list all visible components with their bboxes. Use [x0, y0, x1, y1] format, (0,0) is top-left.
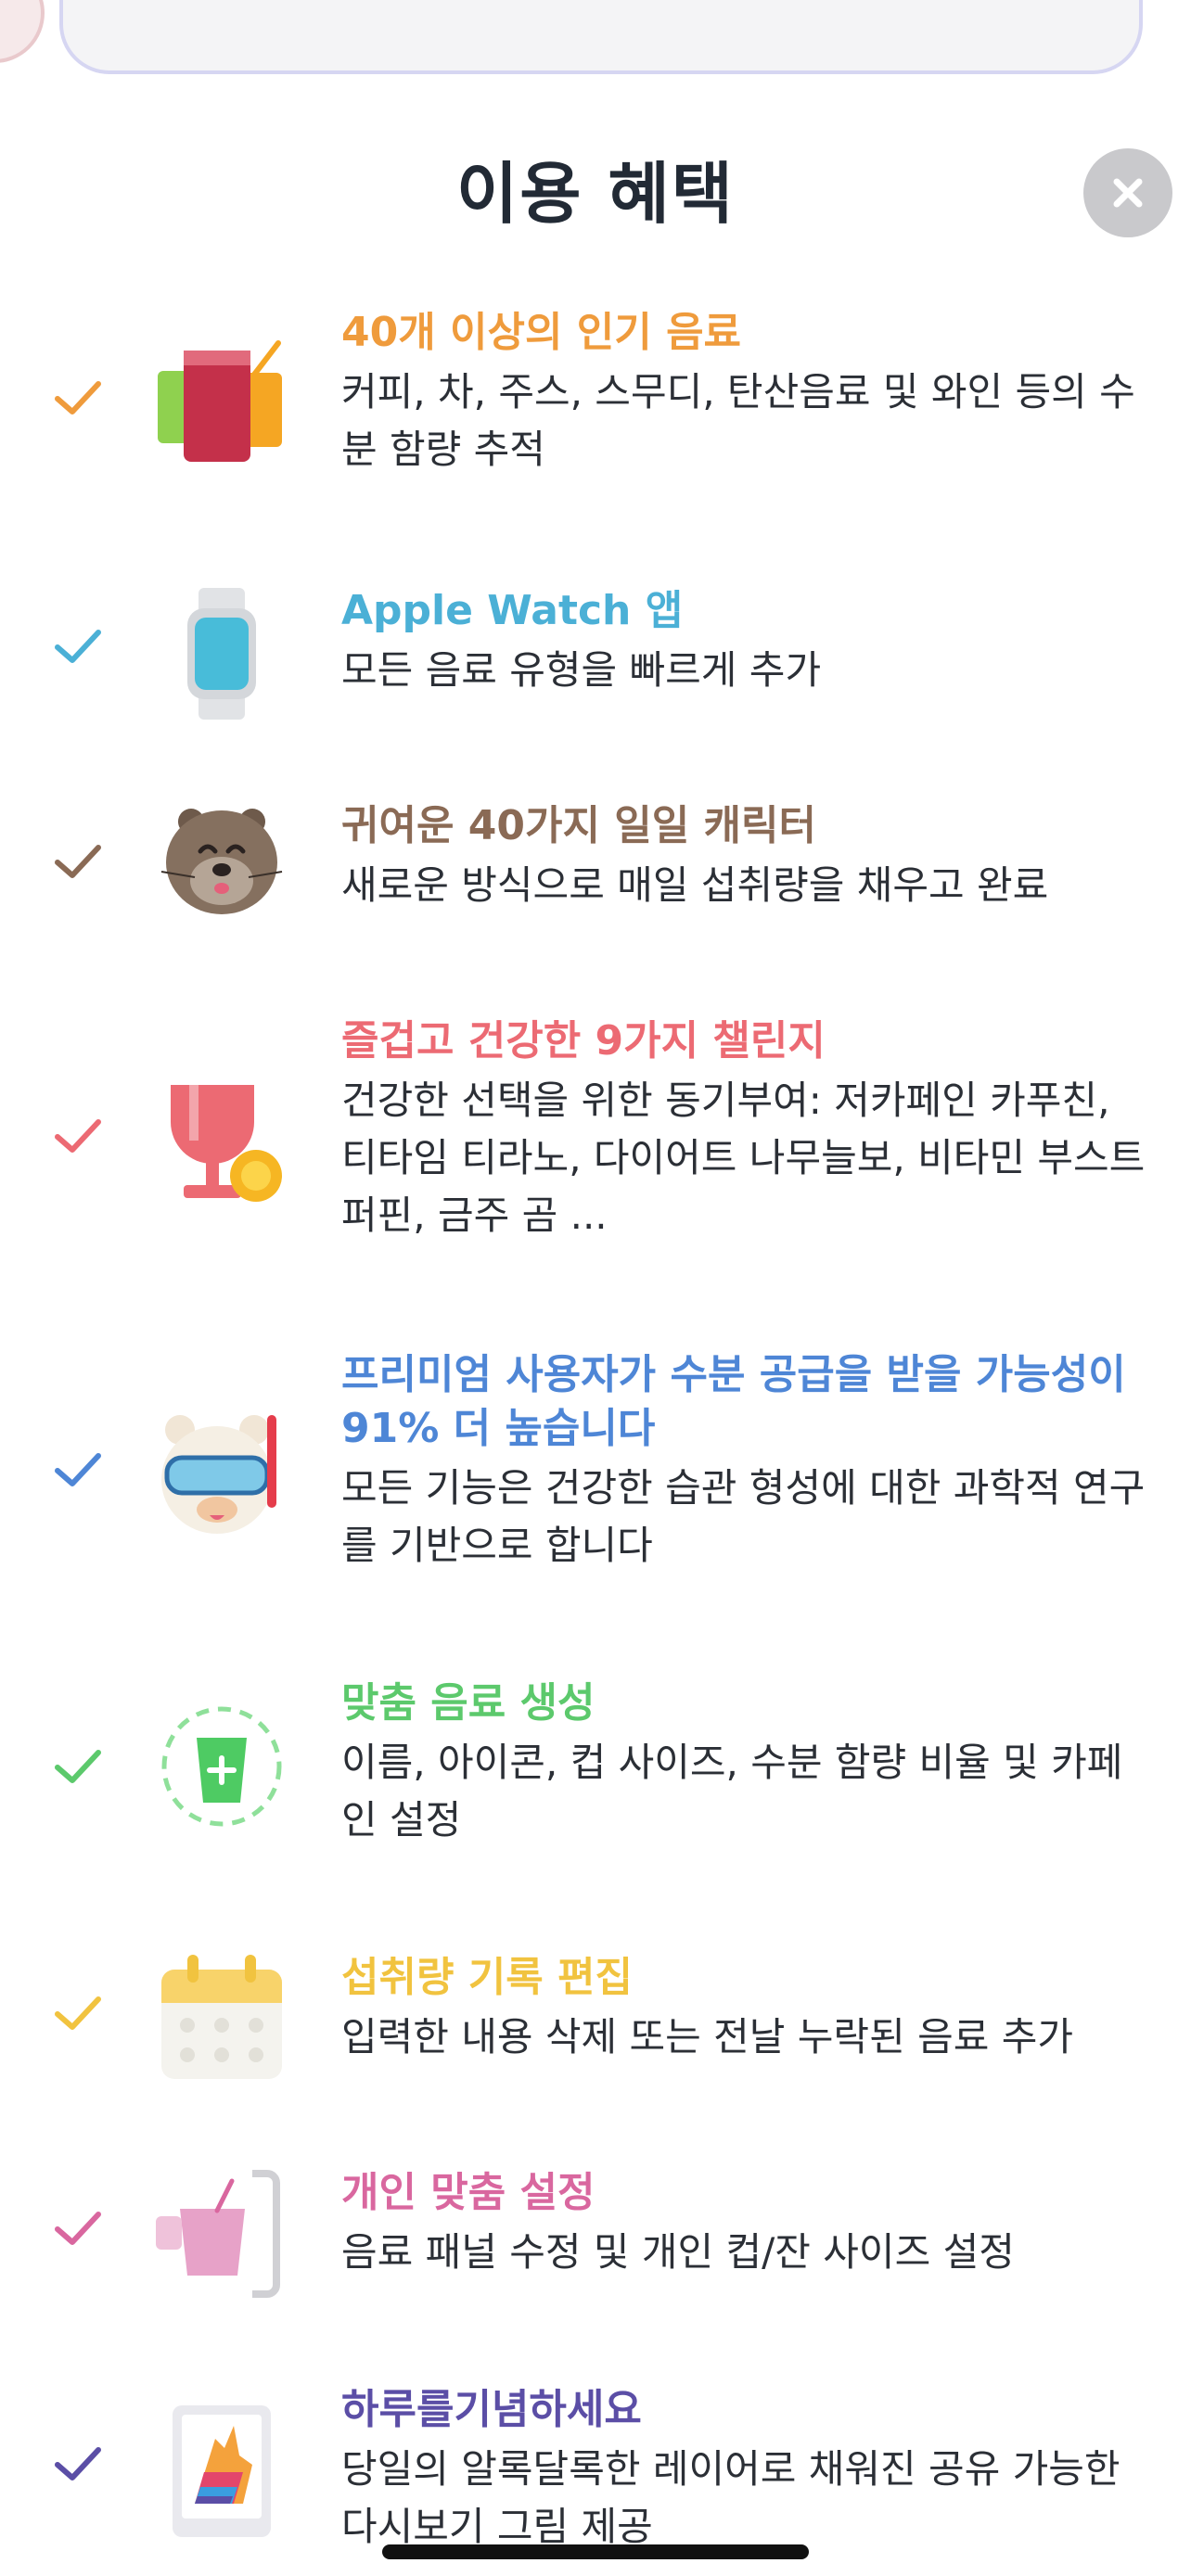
- benefit-description: 새로운 방식으로 매일 섭취량을 채우고 완료: [341, 862, 1049, 908]
- benefit-description: 당일의 알록달록한 레이어로 채워진 공유 가능한 다시보기 그림 제공: [341, 2446, 1121, 2549]
- benefit-description: 모든 기능은 건강한 습관 형성에 대한 과학적 연구를 기반으로 합니다: [341, 1465, 1146, 1568]
- benefit-description: 입력한 내용 삭제 또는 전날 누락된 음료 추가: [341, 2014, 1073, 2060]
- check-icon: [55, 381, 101, 414]
- benefit-description: 모든 음료 유형을 빠르게 추가: [341, 647, 822, 693]
- benefit-title: 하루를기념하세요: [341, 2386, 642, 2433]
- close-icon: [1113, 178, 1143, 208]
- page-title: 이용 혜택: [455, 155, 736, 233]
- llama-snorkel-icon: [161, 1415, 276, 1534]
- apple-watch-icon: [187, 588, 256, 720]
- home-indicator[interactable]: [382, 2544, 809, 2559]
- avatar: [0, 0, 45, 63]
- colorful-llama-card-icon: [173, 2405, 271, 2537]
- cup-panel-icon: [156, 2170, 280, 2298]
- check-icon: [55, 1750, 101, 1783]
- benefit-description: 음료 패널 수정 및 개인 컵/잔 사이즈 설정: [341, 2229, 1015, 2275]
- benefit-description: 커피, 차, 주스, 스무디, 탄산음료 및 와인 등의 수분 함량 추적: [341, 369, 1135, 472]
- benefit-title: 개인 맞춤 설정: [341, 2169, 596, 2216]
- benefit-title: 즐겁고 건강한 9가지 챌린지: [341, 1017, 826, 1065]
- check-icon: [55, 2447, 101, 2480]
- custom-drink-icon: [161, 1706, 282, 1827]
- check-icon: [55, 630, 101, 663]
- benefit-title: 40개 이상의 인기 음료: [341, 309, 742, 356]
- check-icon: [55, 1119, 101, 1153]
- calendar-icon: [161, 1955, 282, 2079]
- check-icon: [55, 1996, 101, 2030]
- benefit-title: 맞춤 음료 생성: [341, 1679, 596, 1727]
- trophy-medal-icon: [171, 1085, 282, 1202]
- benefit-description: 이름, 아이콘, 컵 사이즈, 수분 함량 비율 및 카페인 설정: [341, 1740, 1123, 1843]
- previous-card: [59, 0, 1143, 74]
- otter-character-icon: [160, 809, 283, 914]
- close-button[interactable]: [1083, 148, 1172, 237]
- check-icon: [55, 2212, 101, 2245]
- benefit-title: 섭취량 기록 편집: [341, 1954, 633, 2001]
- benefit-title: 귀여운 40가지 일일 캐릭터: [341, 802, 816, 849]
- check-icon: [55, 845, 101, 878]
- benefit-description: 건강한 선택을 위한 동기부여: 저카페인 카푸친, 티타임 티라노, 다이어트…: [341, 1078, 1146, 1238]
- benefit-title: 프리미엄 사용자가 수분 공급을 받을 가능성이 91% 더 높습니다: [341, 1351, 1126, 1452]
- benefit-title: Apple Watch 앱: [341, 587, 684, 634]
- drinks-cups-icon: [158, 340, 282, 462]
- check-icon: [55, 1453, 101, 1486]
